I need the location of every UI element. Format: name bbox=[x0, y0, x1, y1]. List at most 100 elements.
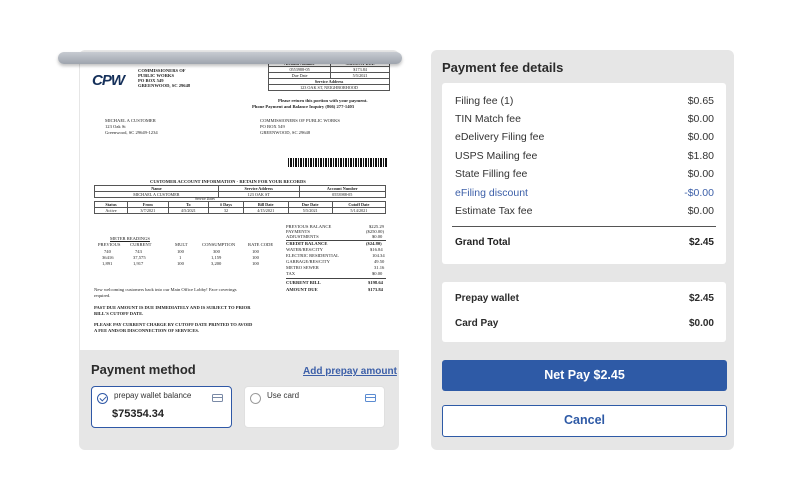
meter-header: MULT bbox=[175, 242, 188, 247]
meter-cell: 1,917 bbox=[133, 261, 144, 266]
charge-label: AMOUNT DUE bbox=[286, 287, 318, 292]
bill-message: required. bbox=[94, 293, 111, 298]
svc-to: 4/5/2021 bbox=[167, 207, 210, 214]
meter-cell: 1,159 bbox=[211, 255, 222, 260]
fee-value: -$0.00 bbox=[684, 187, 714, 199]
fee-value: $0.00 bbox=[687, 131, 714, 143]
bill-message: PAST DUE AMOUNT IS DUE IMMEDIATELY AND I… bbox=[94, 305, 251, 310]
charge-value: ($24.80) bbox=[366, 241, 382, 246]
payment-split-box bbox=[442, 282, 726, 342]
return-notice: Please return this portion with your pay… bbox=[278, 98, 368, 103]
fee-label: Estimate Tax fee bbox=[455, 205, 533, 217]
meter-cell: 37,575 bbox=[133, 255, 146, 260]
customer-line: 123 Oak St bbox=[105, 124, 126, 129]
charge-label: ADJUSTMENTS bbox=[286, 234, 319, 239]
total-divider bbox=[452, 226, 716, 227]
meter-cell: 100 bbox=[252, 249, 259, 254]
meter-cell: 743 bbox=[135, 249, 142, 254]
prepay-wallet-option[interactable]: prepay wallet balance $75354.34 bbox=[91, 386, 232, 428]
charge-value: $173.84 bbox=[368, 287, 383, 292]
phone-notice: Phone Payment and Balance Inquiry (866) … bbox=[252, 104, 355, 109]
grand-total-value: $2.45 bbox=[688, 237, 714, 248]
fee-value: $1.80 bbox=[687, 150, 714, 162]
meter-cell: 1,891 bbox=[102, 261, 113, 266]
charges-divider bbox=[286, 278, 386, 279]
fee-label: TIN Match fee bbox=[455, 113, 521, 125]
fee-label: State Filling fee bbox=[455, 168, 528, 180]
meter-title: METER READINGS bbox=[110, 236, 150, 241]
charge-label: METRO SEWER bbox=[286, 265, 319, 270]
meter-header: RATE CODE bbox=[248, 242, 274, 247]
split-label: Card Pay bbox=[455, 318, 499, 329]
credit-card-icon bbox=[365, 394, 376, 402]
barcode bbox=[288, 158, 388, 167]
fee-label: USPS Mailing fee bbox=[455, 150, 538, 162]
info-account: 0553988-05 bbox=[298, 191, 386, 198]
grand-total-label: Grand Total bbox=[455, 237, 511, 248]
fee-value: $0.00 bbox=[687, 113, 714, 125]
meter-cell: 3,200 bbox=[211, 261, 222, 266]
fee-label: eFiling discount bbox=[455, 187, 528, 199]
cancel-button[interactable]: Cancel bbox=[442, 405, 727, 437]
svc-from: 3/7/2021 bbox=[126, 207, 169, 214]
info-title: CUSTOMER ACCOUNT INFORMATION - RETAIN FO… bbox=[150, 179, 306, 184]
utility-bill-preview: CPW COMMISSIONERS OF PUBLIC WORKS PO BOX… bbox=[80, 58, 400, 350]
bill-message: BILL'S CUTOFF DATE. bbox=[94, 311, 144, 316]
meter-header: PREVIOUS bbox=[98, 242, 121, 247]
remit-line: COMMISSIONERS OF PUBLIC WORKS bbox=[260, 118, 340, 123]
svc-due-date: 5/5/2021 bbox=[287, 207, 333, 214]
split-label: Prepay wallet bbox=[455, 293, 519, 304]
service-dates-table: Status From To # Days Bill Date Due Date… bbox=[94, 201, 387, 214]
bill-message: New welcoming customers back into our Ma… bbox=[94, 287, 237, 292]
account-summary-table: Account NumberAMOUNT DUE 0553988-05$173.… bbox=[267, 60, 390, 91]
radio-icon[interactable] bbox=[250, 393, 261, 404]
wallet-balance-amount: $75354.34 bbox=[112, 408, 164, 420]
meter-header: CONSUMPTION bbox=[202, 242, 236, 247]
payment-method-title: Payment method bbox=[91, 362, 196, 377]
use-card-label: Use card bbox=[267, 391, 300, 400]
fee-details-title: Payment fee details bbox=[442, 60, 564, 75]
printer-roller bbox=[58, 52, 402, 64]
bill-message: A FEE AND/OR DISCONNECTION OF SERVICES. bbox=[94, 328, 200, 333]
meter-cell: 100 bbox=[252, 255, 259, 260]
net-pay-button[interactable]: Net Pay $2.45 bbox=[442, 360, 727, 391]
split-value: $0.00 bbox=[688, 318, 714, 329]
fee-label: eDelivery Filing fee bbox=[455, 131, 545, 143]
charge-label: WATER/RES/CITY bbox=[286, 247, 324, 252]
svc-bill-date: 4/15/2021 bbox=[242, 207, 289, 214]
check-icon[interactable] bbox=[97, 393, 108, 404]
charge-label: GARBAGE/RES/CITY bbox=[286, 259, 330, 264]
customer-line: MICHAEL A CUSTOMER bbox=[105, 118, 156, 123]
customer-line: Greenwood, SC 29649-1234 bbox=[105, 130, 158, 135]
charge-label: ELECTRIC RESIDENTIAL bbox=[286, 253, 339, 258]
charge-value: $16.84 bbox=[370, 247, 383, 252]
prepay-wallet-label: prepay wallet balance bbox=[114, 391, 192, 400]
charge-value: $0.00 bbox=[372, 234, 383, 239]
fee-value: $0.00 bbox=[687, 168, 714, 180]
charge-value: 31.16 bbox=[374, 265, 385, 270]
charge-value: $198.64 bbox=[368, 280, 383, 285]
meter-cell: 36416 bbox=[102, 255, 114, 260]
add-prepay-amount-link[interactable]: Add prepay amount bbox=[303, 366, 397, 377]
service-dates-label: Service Dates bbox=[195, 197, 215, 201]
remit-line: GREENWOOD, SC 29648 bbox=[260, 130, 311, 135]
charge-label: TAX bbox=[286, 271, 296, 276]
charge-label: CURRENT BILL bbox=[286, 280, 321, 285]
svc-days: 32 bbox=[208, 207, 244, 214]
wallet-icon bbox=[212, 394, 223, 402]
bill-message: PLEASE PAY CURRENT CHARGE BY CUTOFF DATE… bbox=[94, 322, 253, 327]
meter-cell: 100 bbox=[177, 261, 184, 266]
use-card-option[interactable]: Use card bbox=[244, 386, 385, 428]
meter-cell: 300 bbox=[213, 249, 220, 254]
svc-cutoff: 5/14/2021 bbox=[331, 207, 387, 214]
charge-value: 49.50 bbox=[374, 259, 385, 264]
charge-label: CREDIT BALANCE bbox=[286, 241, 328, 246]
fee-value: $0.65 bbox=[687, 95, 714, 107]
svc-status: Active bbox=[94, 207, 128, 214]
customer-info-table: Name Service Address Account Number MICHAE… bbox=[94, 185, 386, 198]
charge-value: $0.00 bbox=[372, 271, 383, 276]
meter-header: CURRENT bbox=[130, 242, 152, 247]
split-value: $2.45 bbox=[688, 293, 714, 304]
meter-cell: 740 bbox=[104, 249, 111, 254]
meter-cell: 100 bbox=[252, 261, 259, 266]
